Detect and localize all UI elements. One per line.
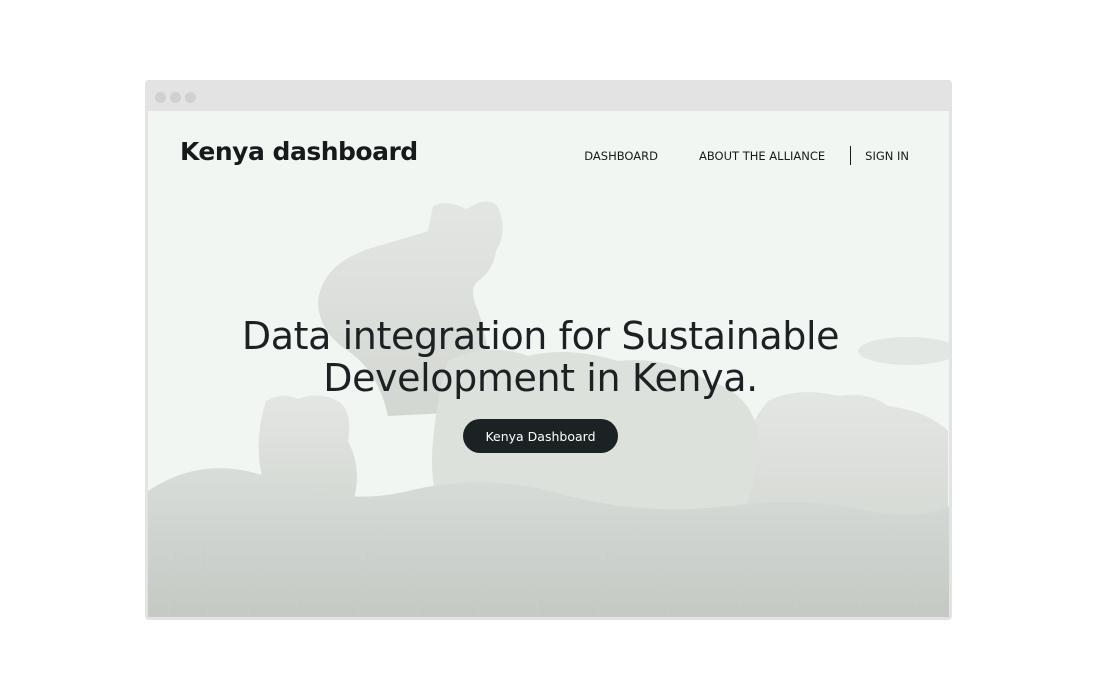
page-viewport: Kenya dashboard DASHBOARD ABOUT THE ALLI… [148, 111, 949, 617]
site-brand-logo[interactable]: Kenya dashboard [180, 137, 418, 166]
sign-in-link[interactable]: SIGN IN [865, 149, 909, 163]
nav-divider [850, 146, 852, 165]
nav-link-about-the-alliance[interactable]: ABOUT THE ALLIANCE [699, 149, 825, 163]
window-close-dot[interactable] [155, 92, 166, 103]
kenya-dashboard-button[interactable]: Kenya Dashboard [463, 419, 618, 453]
hero-headline-line-1: Data integration for Sustainable [241, 314, 840, 358]
browser-titlebar [145, 80, 952, 111]
hero-headline: Data integration for Sustainable Develop… [148, 315, 933, 399]
browser-window: Kenya dashboard DASHBOARD ABOUT THE ALLI… [145, 80, 952, 620]
top-navigation: DASHBOARD ABOUT THE ALLIANCE SIGN IN [584, 146, 909, 165]
hero-headline-line-2: Development in Kenya. [323, 356, 758, 400]
nav-link-dashboard[interactable]: DASHBOARD [584, 149, 658, 163]
window-maximize-dot[interactable] [185, 92, 196, 103]
window-minimize-dot[interactable] [170, 92, 181, 103]
